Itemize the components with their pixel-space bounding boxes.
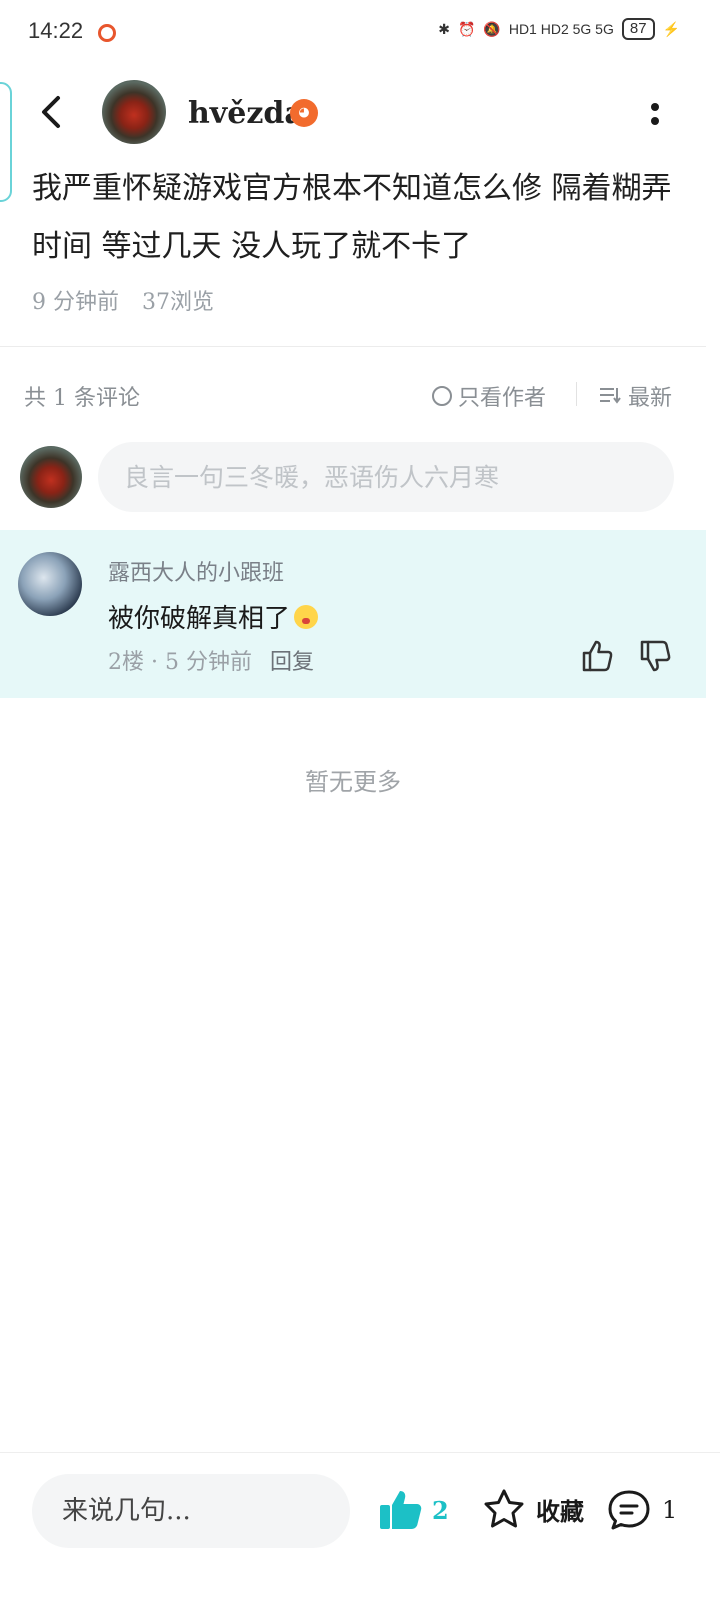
comment-dislike-button[interactable] [638,638,674,674]
author-avatar[interactable] [102,80,166,144]
comments-button[interactable]: 1 [606,1488,677,1532]
post-meta: 9 分钟前 37浏览 [32,284,230,316]
divider [0,346,706,347]
sort-label: 最新 [628,386,673,411]
more-button[interactable] [640,96,670,136]
circle-icon [432,386,452,406]
back-arrow-icon [42,96,60,128]
edge-indicator [0,82,12,202]
network-label: HD1 HD2 5G 5G [508,21,614,37]
battery-level: 87 [621,18,655,40]
post-like-count: 2 [432,1495,449,1525]
bottom-comment-input[interactable] [32,1474,350,1548]
comment-count: 共 1 条评论 [24,386,140,411]
thumb-up-icon [380,1491,422,1529]
favorite-label: 收藏 [536,1496,584,1526]
thumb-down-icon [640,640,671,672]
author-name[interactable]: hvězda [188,96,304,131]
bottom-divider [0,1452,720,1453]
current-user-avatar [20,446,82,508]
bluetooth-icon: ✱ [438,20,450,37]
mute-icon: 🔕 [483,20,501,37]
charging-icon: ⚡ [662,20,680,37]
comment-like-button[interactable] [580,638,614,674]
star-icon [484,1489,524,1528]
post-time: 9 分钟前 [32,290,119,315]
post-like-button[interactable]: 2 [378,1488,449,1532]
sort-separator [576,382,577,406]
sort-button[interactable]: 最新 [598,380,672,412]
favorite-button[interactable]: 收藏 [482,1488,584,1530]
more-vertical-icon [651,103,659,125]
commenter-name[interactable]: 露西大人的小跟班 [108,555,284,587]
comment-input[interactable] [98,442,674,512]
commenter-avatar[interactable] [18,552,82,616]
comment-icon [608,1490,650,1530]
sort-icon [600,388,621,404]
alarm-icon: ⏰ [457,20,476,37]
only-author-toggle[interactable]: 只看作者 [432,380,546,412]
crying-emoji-icon [294,604,319,629]
author-badge-icon: ◕ [290,99,318,127]
comment-text-content: 被你破解真相了 [108,604,291,634]
only-author-label: 只看作者 [458,386,547,411]
no-more-text: 暂无更多 [305,768,401,796]
reply-button[interactable]: 回复 [270,644,314,676]
post-content: 我严重怀疑游戏官方根本不知道怎么修 隔着糊弄时间 等过几天 没人玩了就不卡了 [32,171,672,264]
back-button[interactable] [30,90,74,134]
comment-meta: 2楼 · 5 分钟前 [108,650,252,675]
recording-indicator-icon [98,24,116,42]
comment-text: 被你破解真相了 [108,598,319,635]
post-views: 37浏览 [142,290,214,315]
thumb-up-icon [582,640,613,672]
status-time: 14:22 [28,18,84,43]
comment-count-badge: 1 [662,1496,678,1524]
status-icons: ✱ ⏰ 🔕 HD1 HD2 5G 5G 87 ⚡ [438,18,680,40]
